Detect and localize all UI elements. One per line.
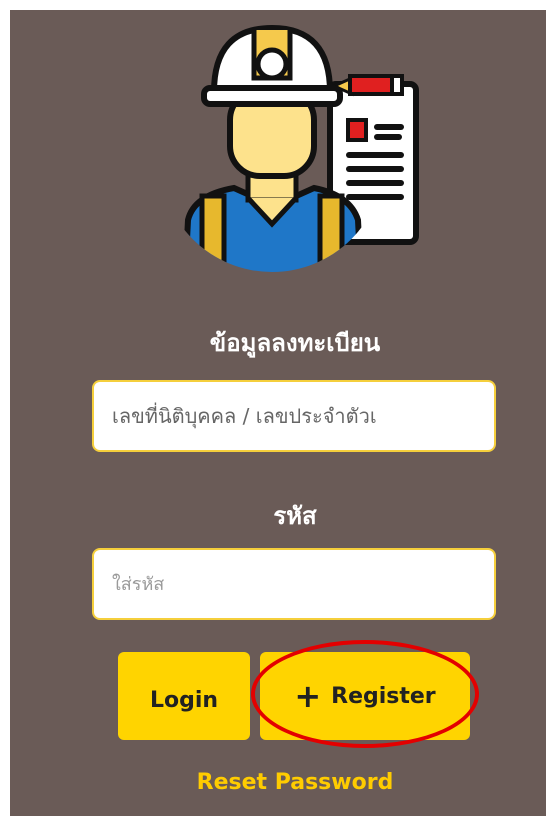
register-button-label: Register <box>331 683 436 709</box>
password-input[interactable] <box>92 548 496 620</box>
plus-icon: + <box>294 677 322 715</box>
engineer-avatar-icon <box>180 24 419 272</box>
reset-password-link[interactable]: Reset Password <box>10 770 551 795</box>
login-button-label: Login <box>149 688 219 713</box>
register-button[interactable]: + Register <box>260 652 470 740</box>
login-button[interactable]: Login <box>118 652 250 740</box>
password-label: รหัส <box>273 502 317 530</box>
registration-label: ข้อมูลลงทะเบียน <box>209 329 381 357</box>
registration-number-input[interactable] <box>92 380 496 452</box>
login-panel: ข้อมูลลงทะเบียน รหัส Login + Register Re… <box>10 10 546 816</box>
